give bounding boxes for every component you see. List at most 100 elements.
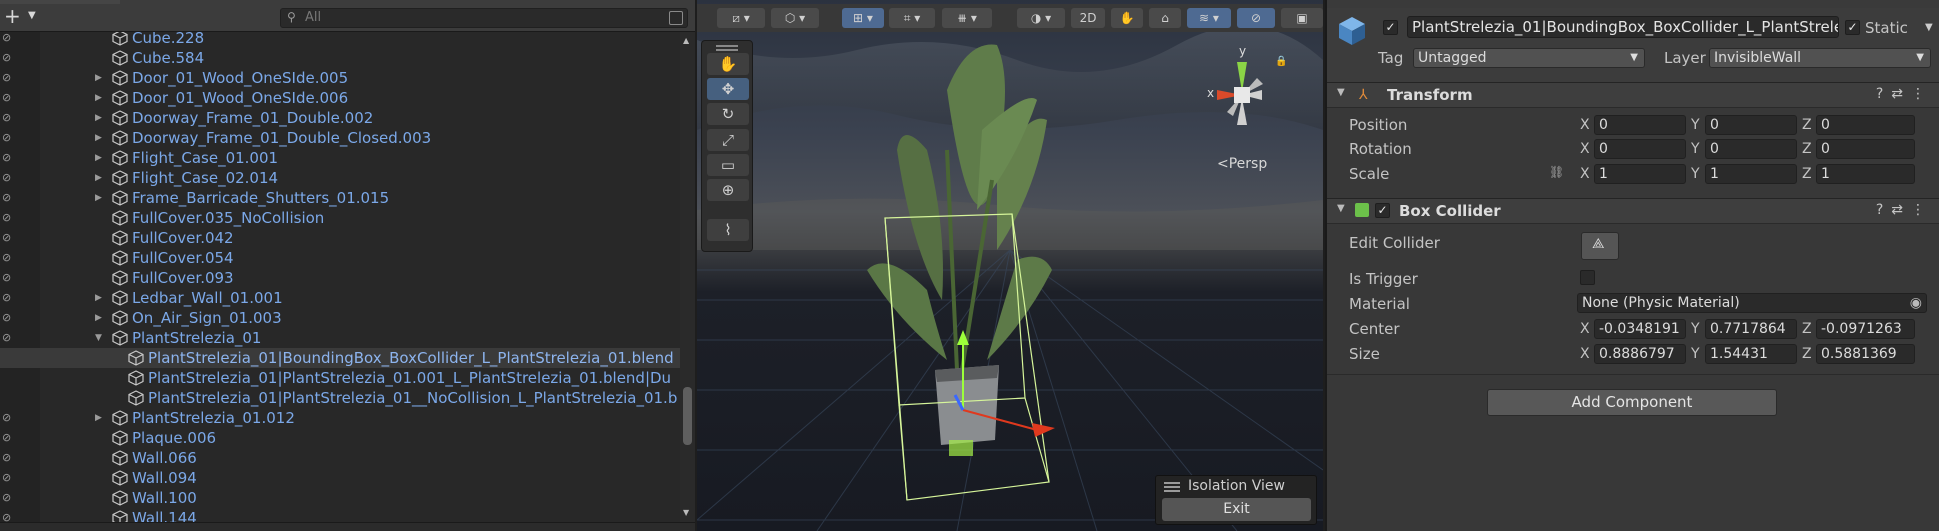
rotate-tool-button[interactable]: ↻	[707, 103, 749, 125]
hierarchy-row[interactable]: ⊘ Wall.066	[0, 448, 680, 468]
eye-hidden-icon[interactable]: ⊘	[2, 431, 18, 445]
hierarchy-row[interactable]: ⊘ ▶ Door_01_Wood_OneSIde.006	[0, 88, 680, 108]
hierarchy-scrollbar[interactable]: ▲ ▼	[680, 32, 695, 522]
hierarchy-row[interactable]: ⊘ ▶ Door_01_Wood_OneSIde.005	[0, 68, 680, 88]
eye-hidden-icon[interactable]: ⊘	[2, 111, 18, 125]
eye-hidden-icon[interactable]: ⊘	[2, 251, 18, 265]
preset-icon[interactable]: ⇄	[1891, 202, 1911, 218]
target-icon[interactable]: ◉	[1910, 294, 1922, 312]
hierarchy-row[interactable]: ⊘ Wall.100	[0, 488, 680, 508]
eye-hidden-icon[interactable]: ⊘	[2, 91, 18, 105]
hierarchy-row[interactable]: ⊘ ▶ On_Air_Sign_01.003	[0, 308, 680, 328]
transform-component-header[interactable]: ▼ ⅄ Transform ?⇄⋮	[1327, 82, 1939, 108]
box-collider-component-header[interactable]: ▼ ✓ Box Collider ?⇄⋮	[1327, 198, 1939, 224]
drag-handle-icon[interactable]	[1164, 482, 1180, 484]
audio-toggle-button[interactable]: ⌂	[1149, 8, 1181, 28]
center-z-field[interactable]: -0.0971263	[1816, 319, 1915, 339]
eye-hidden-icon[interactable]: ⊘	[2, 191, 18, 205]
scale-y-field[interactable]: 1	[1705, 164, 1797, 184]
menu-dots-icon[interactable]: ⋮	[1911, 202, 1933, 218]
mode-2d-button[interactable]: 2D	[1071, 8, 1105, 28]
help-icon[interactable]: ?	[1876, 202, 1891, 218]
eye-hidden-icon[interactable]: ⊘	[2, 311, 18, 325]
snap-increment-button[interactable]: ⧻ ▾	[942, 8, 992, 28]
hierarchy-row[interactable]: ⊘ Wall.144	[0, 508, 680, 522]
add-component-button[interactable]: Add Component	[1487, 389, 1777, 416]
scroll-up-icon[interactable]: ▲	[683, 36, 689, 45]
eye-hidden-icon[interactable]: ⊘	[2, 411, 18, 425]
hierarchy-row[interactable]: ⊘ ▶ Ledbar_Wall_01.001	[0, 288, 680, 308]
center-x-field[interactable]: -0.0348191	[1594, 319, 1686, 339]
size-z-field[interactable]: 0.5881369	[1816, 344, 1915, 364]
search-mode-button[interactable]	[669, 11, 683, 25]
preset-icon[interactable]: ⇄	[1891, 86, 1911, 102]
eye-hidden-icon[interactable]: ⊘	[2, 151, 18, 165]
lighting-toggle-button[interactable]: ✋	[1111, 8, 1143, 28]
menu-dots-icon[interactable]: ⋮	[1911, 86, 1933, 102]
eye-hidden-icon[interactable]: ⊘	[2, 451, 18, 465]
hierarchy-row[interactable]: ⊘ FullCover.054	[0, 248, 680, 268]
rotation-x-field[interactable]: 0	[1594, 139, 1686, 159]
rotation-z-field[interactable]: 0	[1816, 139, 1915, 159]
add-object-button[interactable]: + ▼	[4, 6, 42, 28]
expand-closed-icon[interactable]: ▶	[95, 188, 105, 208]
tag-dropdown[interactable]: Untagged ▼	[1413, 48, 1645, 68]
eye-hidden-icon[interactable]: ⊘	[2, 331, 18, 345]
eye-hidden-icon[interactable]: ⊘	[2, 211, 18, 225]
rotation-y-field[interactable]: 0	[1705, 139, 1797, 159]
move-tool-button[interactable]: ✥	[707, 78, 749, 100]
eye-hidden-icon[interactable]: ⊘	[2, 51, 18, 65]
rect-tool-button[interactable]: ▭	[707, 154, 749, 176]
scroll-down-icon[interactable]: ▼	[683, 508, 689, 517]
eye-hidden-icon[interactable]: ⊘	[2, 231, 18, 245]
eye-hidden-icon[interactable]: ⊘	[2, 131, 18, 145]
eye-hidden-icon[interactable]: ⊘	[2, 471, 18, 485]
hierarchy-search-input[interactable]: ⚲ All	[280, 8, 688, 28]
material-field[interactable]: None (Physic Material) ◉	[1577, 293, 1927, 313]
expand-closed-icon[interactable]: ▶	[95, 288, 105, 308]
expand-closed-icon[interactable]: ▶	[95, 108, 105, 128]
hierarchy-row[interactable]: ⊘ Wall.094	[0, 468, 680, 488]
hierarchy-row[interactable]: ⊘ FullCover.035_NoCollision	[0, 208, 680, 228]
eye-hidden-icon[interactable]: ⊘	[2, 171, 18, 185]
size-y-field[interactable]: 1.54431	[1705, 344, 1797, 364]
effects-button[interactable]: ≋ ▾	[1187, 8, 1231, 28]
foldout-icon[interactable]: ▼	[1337, 203, 1345, 214]
hierarchy-row[interactable]: ⊘ ▶ Doorway_Frame_01_Double_Closed.003	[0, 128, 680, 148]
hierarchy-row[interactable]: ⊘ FullCover.042	[0, 228, 680, 248]
box-collider-enabled-checkbox[interactable]: ✓	[1375, 203, 1390, 218]
position-x-field[interactable]: 0	[1594, 115, 1686, 135]
custom-tool-button[interactable]: ⌇	[707, 219, 749, 241]
exit-isolation-button[interactable]: Exit	[1162, 498, 1311, 521]
scale-x-field[interactable]: 1	[1594, 164, 1686, 184]
eye-hidden-icon[interactable]: ⊘	[2, 491, 18, 505]
grid-snap-button[interactable]: ⊞ ▾	[842, 8, 884, 28]
hierarchy-row[interactable]: ⊘ ▶ PlantStrelezia_01.012	[0, 408, 680, 428]
center-y-field[interactable]: 0.7717864	[1705, 319, 1797, 339]
position-y-field[interactable]: 0	[1705, 115, 1797, 135]
shading-button[interactable]: ⬡ ▾	[771, 8, 819, 28]
scale-z-field[interactable]: 1	[1816, 164, 1915, 184]
object-name-field[interactable]: PlantStrelezia_01|BoundingBox_BoxCollide…	[1407, 16, 1839, 38]
active-checkbox[interactable]: ✓	[1383, 20, 1398, 35]
draw-mode-button[interactable]: ⧄ ▾	[717, 8, 765, 28]
expand-closed-icon[interactable]: ▶	[95, 308, 105, 328]
hand-tool-button[interactable]: ✋	[707, 53, 749, 75]
expand-closed-icon[interactable]: ▶	[95, 148, 105, 168]
eye-hidden-icon[interactable]: ⊘	[2, 291, 18, 305]
tool-palette-grip[interactable]	[716, 45, 738, 47]
edit-collider-button[interactable]: ⟁	[1581, 232, 1619, 260]
is-trigger-checkbox[interactable]	[1580, 270, 1595, 285]
grid-button[interactable]: ⌗ ▾	[889, 8, 935, 28]
eye-hidden-icon[interactable]: ⊘	[2, 71, 18, 85]
scrollbar-thumb[interactable]	[683, 387, 692, 445]
hierarchy-row[interactable]: ⊘ ▶ Doorway_Frame_01_Double.002	[0, 108, 680, 128]
static-checkbox[interactable]: ✓	[1845, 20, 1860, 35]
expand-closed-icon[interactable]: ▶	[95, 168, 105, 188]
expand-closed-icon[interactable]: ▶	[95, 128, 105, 148]
help-icon[interactable]: ?	[1876, 86, 1891, 102]
eye-hidden-icon[interactable]: ⊘	[2, 271, 18, 285]
gizmos-toggle-button[interactable]: ◑ ▾	[1017, 8, 1065, 28]
size-x-field[interactable]: 0.8886797	[1594, 344, 1686, 364]
camera-button[interactable]: ▣	[1281, 8, 1323, 28]
